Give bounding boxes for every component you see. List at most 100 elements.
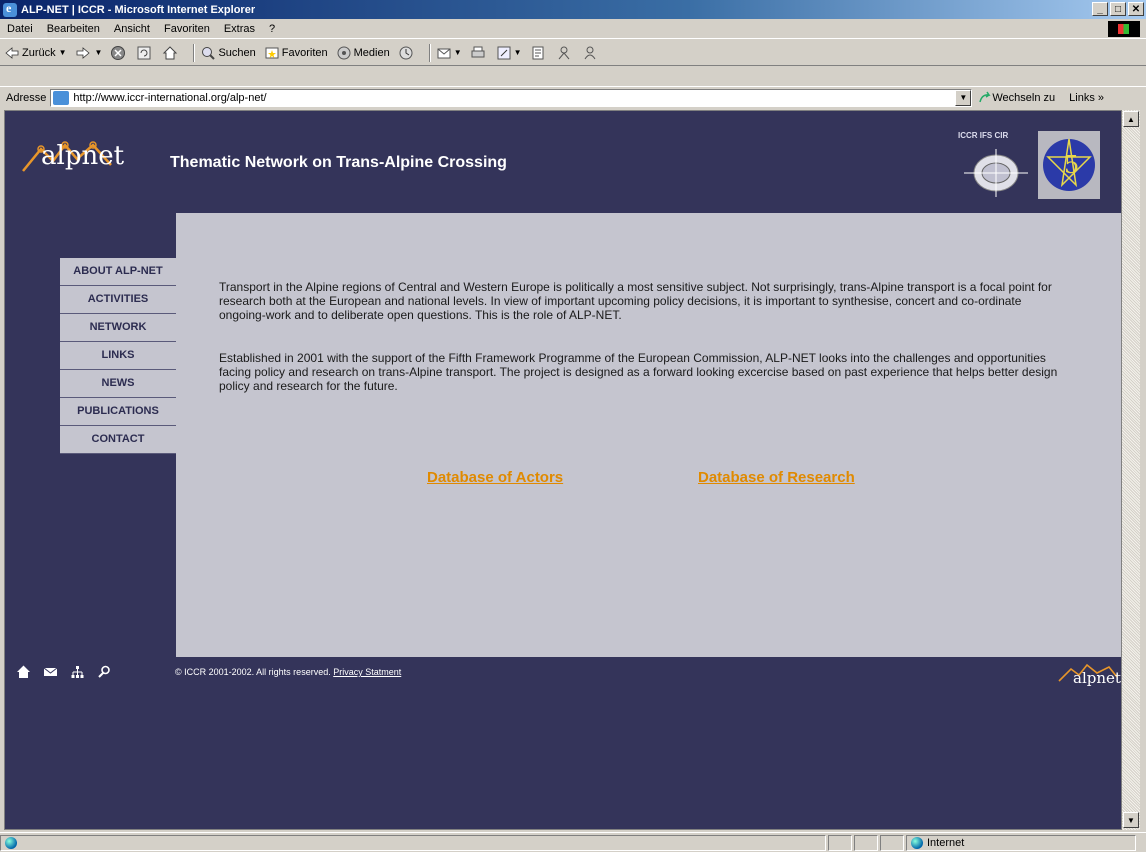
search-button[interactable]: Suchen bbox=[200, 45, 256, 61]
vertical-scrollbar[interactable]: ▲ ▼ bbox=[1122, 110, 1140, 830]
database-actors-link[interactable]: Database of Actors bbox=[427, 469, 563, 486]
nav-publications[interactable]: PUBLICATIONS bbox=[60, 398, 176, 426]
forward-arrow-icon bbox=[76, 46, 90, 59]
refresh-button[interactable] bbox=[136, 45, 154, 61]
small-logo-text: alpnet bbox=[1073, 669, 1121, 687]
iccr-label: ICCR IFS CIR bbox=[958, 131, 1009, 140]
sitemap-icon[interactable] bbox=[71, 665, 84, 678]
footer-icons bbox=[17, 665, 111, 678]
scroll-up-icon[interactable]: ▲ bbox=[1123, 111, 1139, 127]
address-input[interactable]: http://www.iccr-international.org/alp-ne… bbox=[50, 88, 973, 107]
window-title: ALP-NET | ICCR - Microsoft Internet Expl… bbox=[21, 3, 256, 16]
menu-ansicht[interactable]: Ansicht bbox=[107, 23, 157, 35]
menu-bar: Datei Bearbeiten Ansicht Favoriten Extra… bbox=[0, 19, 1146, 39]
status-main bbox=[0, 834, 826, 851]
stop-button[interactable] bbox=[110, 45, 128, 61]
address-dropdown-icon[interactable]: ▼ bbox=[955, 89, 972, 106]
menu-extras[interactable]: Extras bbox=[217, 23, 262, 35]
search-label: Suchen bbox=[218, 46, 256, 59]
nav-news[interactable]: NEWS bbox=[60, 370, 176, 398]
favorites-icon bbox=[265, 47, 279, 58]
home-icon bbox=[163, 45, 178, 59]
minimize-button[interactable]: _ bbox=[1092, 2, 1108, 16]
database-research-link[interactable]: Database of Research bbox=[698, 469, 855, 486]
status-bar: Internet bbox=[0, 832, 1146, 852]
menu-datei[interactable]: Datei bbox=[0, 23, 40, 35]
research-button[interactable] bbox=[556, 45, 574, 61]
copyright-text: © ICCR 2001-2002. All rights reserved. bbox=[175, 667, 331, 677]
menu-favoriten[interactable]: Favoriten bbox=[157, 23, 217, 35]
home-icon[interactable] bbox=[17, 665, 30, 678]
windows-logo-icon bbox=[1108, 21, 1140, 37]
copyright-notice: © ICCR 2001-2002. All rights reserved. P… bbox=[175, 667, 401, 677]
forward-button[interactable]: ▼ bbox=[75, 45, 103, 61]
status-cell bbox=[880, 834, 904, 851]
status-cell bbox=[854, 834, 878, 851]
stop-icon bbox=[111, 45, 126, 60]
favorites-button[interactable]: Favoriten bbox=[264, 45, 328, 61]
address-url[interactable]: http://www.iccr-international.org/alp-ne… bbox=[73, 92, 955, 104]
intro-paragraph: Transport in the Alpine regions of Centr… bbox=[219, 280, 1052, 322]
fifth-framework-logo-icon[interactable]: 5 bbox=[1038, 131, 1100, 199]
privacy-link[interactable]: Privacy Statment bbox=[333, 667, 401, 677]
page-icon bbox=[53, 90, 70, 105]
site-title: Thematic Network on Trans-Alpine Crossin… bbox=[170, 154, 507, 171]
messenger-icon bbox=[584, 46, 595, 59]
nav-links[interactable]: LINKS bbox=[60, 342, 176, 370]
go-button[interactable]: Wechseln zu bbox=[978, 91, 1055, 105]
messenger-button[interactable] bbox=[582, 45, 600, 61]
nav-activities[interactable]: ACTIVITIES bbox=[60, 286, 176, 314]
home-button[interactable] bbox=[162, 45, 180, 61]
title-bar: ALP-NET | ICCR - Microsoft Internet Expl… bbox=[0, 0, 1146, 19]
close-button[interactable]: ✕ bbox=[1128, 2, 1144, 16]
media-icon bbox=[337, 46, 351, 59]
go-label: Wechseln zu bbox=[992, 91, 1056, 104]
media-button[interactable]: Medien bbox=[336, 45, 390, 61]
project-paragraph: Established in 2001 with the support of … bbox=[219, 351, 1058, 393]
search-icon[interactable] bbox=[98, 665, 111, 678]
toolbar-separator bbox=[193, 43, 196, 62]
logo-text: alpnet bbox=[41, 141, 125, 171]
ie-icon bbox=[3, 1, 17, 17]
print-button[interactable] bbox=[470, 45, 488, 61]
status-zone: Internet bbox=[906, 834, 1136, 851]
zone-label: Internet bbox=[927, 836, 965, 849]
search-icon bbox=[202, 46, 216, 60]
scroll-down-icon[interactable]: ▼ bbox=[1123, 812, 1139, 828]
iccr-logo-icon[interactable] bbox=[960, 143, 1032, 199]
mail-button[interactable]: ▼ bbox=[436, 45, 462, 61]
toolbar-separator bbox=[428, 43, 431, 62]
address-bar: Adresse http://www.iccr-international.or… bbox=[0, 86, 1146, 108]
back-arrow-icon bbox=[5, 46, 19, 59]
mail-dropdown-icon[interactable]: ▼ bbox=[454, 48, 462, 57]
back-dropdown-icon[interactable]: ▼ bbox=[59, 48, 67, 57]
favorites-label: Favoriten bbox=[281, 46, 328, 59]
forward-dropdown-icon[interactable]: ▼ bbox=[95, 48, 103, 57]
main-navigation: ABOUT ALP-NET ACTIVITIES NETWORK LINKS N… bbox=[60, 258, 176, 454]
internet-globe-icon bbox=[911, 836, 923, 849]
nav-about[interactable]: ABOUT ALP-NET bbox=[60, 258, 176, 286]
links-button[interactable]: Links » bbox=[1069, 92, 1104, 104]
go-arrow-icon bbox=[979, 91, 991, 102]
menu-bearbeiten[interactable]: Bearbeiten bbox=[40, 23, 107, 35]
mail-icon[interactable] bbox=[44, 665, 57, 678]
nav-contact[interactable]: CONTACT bbox=[60, 426, 176, 454]
page-status-icon bbox=[5, 836, 17, 849]
research-icon bbox=[558, 46, 569, 59]
menu-help[interactable]: ? bbox=[262, 23, 282, 35]
back-button[interactable]: Zurück ▼ bbox=[4, 45, 67, 61]
edit-dropdown-icon[interactable]: ▼ bbox=[514, 48, 522, 57]
mail-icon bbox=[437, 48, 451, 58]
print-icon bbox=[471, 46, 485, 57]
maximize-button[interactable]: □ bbox=[1110, 2, 1126, 16]
svg-text:5: 5 bbox=[1064, 151, 1079, 179]
nav-network[interactable]: NETWORK bbox=[60, 314, 176, 342]
status-cell bbox=[828, 834, 852, 851]
back-label: Zurück bbox=[22, 46, 56, 59]
discuss-button[interactable] bbox=[530, 45, 548, 61]
edit-button[interactable]: ▼ bbox=[496, 45, 522, 61]
address-label: Adresse bbox=[6, 91, 47, 104]
history-button[interactable] bbox=[398, 45, 416, 61]
window-controls: _ □ ✕ bbox=[1092, 2, 1144, 16]
page-viewport: alpnet Thematic Network on Trans-Alpine … bbox=[4, 110, 1122, 830]
